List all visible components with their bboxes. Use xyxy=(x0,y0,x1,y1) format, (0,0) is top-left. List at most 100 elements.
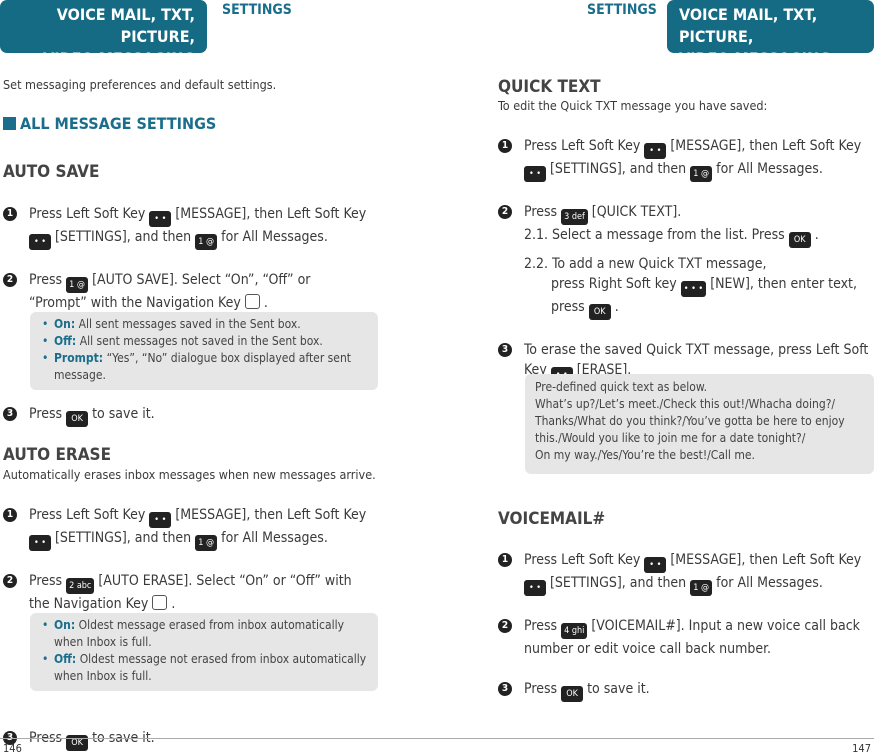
t: [MESSAGE], then Left Soft Key xyxy=(670,138,862,154)
tab-line: VIDEO MESSAGING xyxy=(43,49,195,68)
ok-key-icon: OK xyxy=(788,232,811,248)
soft-key-icon: • • xyxy=(29,535,51,551)
note-line: What’s up?/Let’s meet./Check this out!/W… xyxy=(535,397,836,411)
auto-erase-desc: Automatically erases inbox messages when… xyxy=(3,467,376,482)
t: [AUTO SAVE]. Select “On”, “Off” or xyxy=(92,272,311,288)
t: the Navigation Key xyxy=(29,596,149,612)
key-1-icon: 1 @ xyxy=(690,166,713,182)
soft-key-icon: • • xyxy=(29,234,51,250)
key-4-icon: 4 ghi xyxy=(561,623,588,639)
key-1-icon: 1 @ xyxy=(195,535,218,551)
ok-key-icon: OK xyxy=(588,304,611,320)
section-label: SETTINGS xyxy=(222,2,292,18)
soft-key-icon: • • xyxy=(524,166,546,182)
step-number: 1 xyxy=(3,508,17,522)
t: [MESSAGE], then Left Soft Key xyxy=(670,552,862,568)
tab-line: VIDEO MESSAGING xyxy=(679,49,831,68)
chapter-tab: VOICE MAIL, TXT, PICTURE, VIDEO MESSAGIN… xyxy=(667,0,874,68)
quick-text-note: Pre-defined quick text as below. What’s … xyxy=(525,374,874,474)
auto-erase-title: AUTO ERASE xyxy=(3,445,112,465)
step-number: 3 xyxy=(498,682,512,696)
soft-key-icon: • • xyxy=(149,512,172,528)
auto-save-steps: 1 Press Left Soft Key • • [MESSAGE], the… xyxy=(3,204,378,313)
quick-text-title: QUICK TEXT xyxy=(498,77,601,97)
tab-line: VOICE MAIL, TXT, PICTURE, xyxy=(679,5,818,46)
note-line: this./Would you like to join me for a da… xyxy=(535,431,806,445)
soft-key-icon: • • xyxy=(149,211,172,227)
t: Press Left Soft Key xyxy=(29,206,146,222)
t: To erase the saved Quick TXT message, pr… xyxy=(524,342,869,358)
auto-erase-steps: 1 Press Left Soft Key • • [MESSAGE], the… xyxy=(3,505,378,614)
n: Oldest message erased from inbox automat… xyxy=(54,618,344,649)
t: press xyxy=(551,299,585,315)
step: 2 Press 3 def [QUICK TEXT]. 2.1. Select … xyxy=(498,202,874,320)
voicemail-steps: 1 Press Left Soft Key • • [MESSAGE], the… xyxy=(498,550,874,702)
n: Prompt: xyxy=(54,351,104,365)
n: On: xyxy=(54,317,76,331)
t: press Right Soft key xyxy=(551,276,677,292)
n: Off: xyxy=(54,334,77,348)
step-number: 1 xyxy=(498,553,512,567)
t: Press xyxy=(524,204,558,220)
sub-step: press Right Soft key • • • [NEW], then e… xyxy=(524,274,874,320)
t: [MESSAGE], then Left Soft Key xyxy=(175,206,367,222)
t: [SETTINGS], and then xyxy=(550,575,687,591)
t: Press xyxy=(29,406,63,422)
n: All sent messages not saved in the Sent … xyxy=(79,334,323,348)
t: [VOICEMAIL#]. Input a new voice call bac… xyxy=(591,618,860,634)
auto-save-note: On: All sent messages saved in the Sent … xyxy=(30,312,378,390)
t: to save it. xyxy=(92,406,155,422)
t: Press Left Soft Key xyxy=(29,507,146,523)
n: Off: xyxy=(54,652,77,666)
t: [SETTINGS], and then xyxy=(550,161,687,177)
soft-key-icon: • • xyxy=(644,557,667,573)
note-item: Off: Oldest message not erased from inbo… xyxy=(30,651,370,685)
navigation-key-icon xyxy=(152,595,168,610)
voicemail-title: VOICEMAIL# xyxy=(498,509,606,529)
step-number: 2 xyxy=(3,574,17,588)
step: 1 Press Left Soft Key • • [MESSAGE], the… xyxy=(498,550,874,596)
note-line: Thanks/What do you think?/You’ve gotta b… xyxy=(535,414,845,428)
t: [AUTO ERASE]. Select “On” or “Off” with xyxy=(98,573,352,589)
t: [QUICK TEXT]. xyxy=(591,204,682,220)
t: 2.2. To add a new Quick TXT message, xyxy=(524,256,767,272)
t: for All Messages. xyxy=(221,530,328,546)
n: Oldest message not erased from inbox aut… xyxy=(54,652,367,683)
n: All sent messages saved in the Sent box. xyxy=(78,317,301,331)
t: to save it. xyxy=(587,681,650,697)
note-item: On: Oldest message erased from inbox aut… xyxy=(30,617,370,651)
step: 2 Press 1 @ [AUTO SAVE]. Select “On”, “O… xyxy=(3,270,378,313)
step: 2 Press 2 abc [AUTO ERASE]. Select “On” … xyxy=(3,571,378,614)
t: Press xyxy=(29,272,63,288)
heading: ALL MESSAGE SETTINGS xyxy=(3,114,216,134)
step-number: 2 xyxy=(498,619,512,633)
step: 1 Press Left Soft Key • • [MESSAGE], the… xyxy=(3,505,378,551)
t: Press Left Soft Key xyxy=(524,552,641,568)
intro: Set messaging preferences and default se… xyxy=(3,77,277,92)
square-bullet-icon xyxy=(3,117,16,130)
t: for All Messages. xyxy=(716,575,823,591)
step-number: 3 xyxy=(498,343,512,357)
auto-erase-note: On: Oldest message erased from inbox aut… xyxy=(30,613,378,691)
key-3-icon: 3 def xyxy=(561,209,588,225)
quick-text-steps: 1 Press Left Soft Key • • [MESSAGE], the… xyxy=(498,136,874,383)
ok-key-icon: OK xyxy=(66,411,89,427)
key-1-icon: 1 @ xyxy=(66,277,89,293)
section-label: SETTINGS xyxy=(587,2,657,18)
t: [SETTINGS], and then xyxy=(55,530,192,546)
sub-step: 2.2. To add a new Quick TXT message, xyxy=(524,254,874,274)
step: 3 Press OK to save it. xyxy=(498,679,874,702)
key-1-icon: 1 @ xyxy=(195,234,218,250)
step-number: 2 xyxy=(498,205,512,219)
step: 3 Press OK to save it. xyxy=(3,728,874,751)
ok-key-icon: OK xyxy=(561,686,584,702)
heading-text: ALL MESSAGE SETTINGS xyxy=(20,114,217,133)
soft-key-icon: • • xyxy=(524,580,546,596)
t: [NEW], then enter text, xyxy=(710,276,857,292)
note-item: Prompt: “Yes”, “No” dialogue box display… xyxy=(30,350,378,384)
tab-line: VOICE MAIL, TXT, PICTURE, xyxy=(56,5,195,46)
right-soft-key-icon: • • • xyxy=(680,281,707,297)
t: Press xyxy=(29,573,63,589)
t: Press xyxy=(524,618,558,634)
soft-key-icon: • • xyxy=(644,143,667,159)
